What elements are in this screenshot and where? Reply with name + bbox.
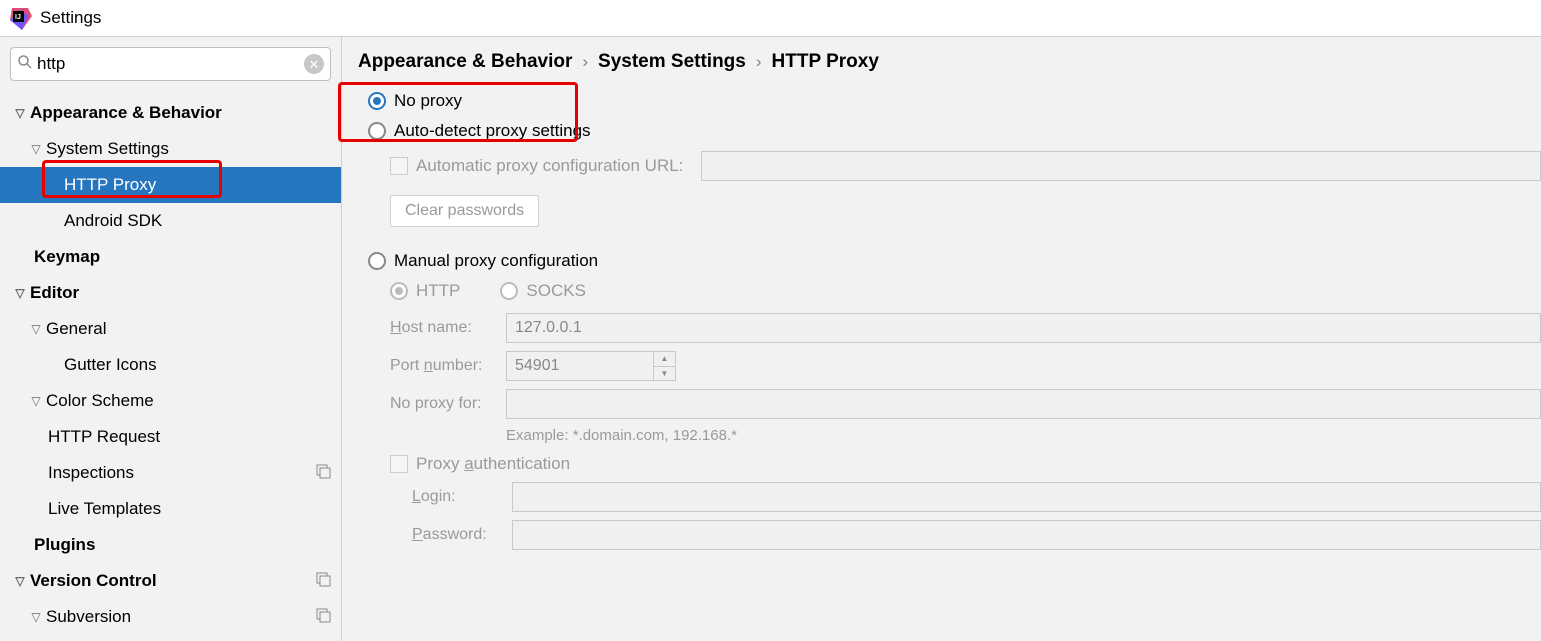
settings-sidebar: ✕ ▽ Appearance & Behavior ▽ System Setti… — [0, 36, 342, 641]
tree-version-control[interactable]: ▽ Version Control — [0, 563, 341, 599]
radio-manual[interactable]: Manual proxy configuration — [368, 251, 1541, 271]
chevron-down-icon: ▽ — [12, 286, 28, 300]
breadcrumb-appearance[interactable]: Appearance & Behavior — [358, 51, 572, 73]
radio-icon — [368, 122, 386, 140]
radio-icon — [368, 252, 386, 270]
tree-general[interactable]: ▽ General — [0, 311, 341, 347]
tree-live-templates[interactable]: Live Templates — [0, 491, 341, 527]
radio-auto-detect[interactable]: Auto-detect proxy settings — [368, 121, 1541, 141]
tree-color-scheme[interactable]: ▽ Color Scheme — [0, 383, 341, 419]
profile-icon — [316, 572, 331, 591]
tree-system-settings[interactable]: ▽ System Settings — [0, 131, 341, 167]
chevron-down-icon: ▽ — [12, 106, 28, 120]
input-auto-url — [701, 151, 1541, 181]
input-no-proxy-for — [506, 389, 1541, 419]
label-password: Password: — [412, 526, 512, 544]
radio-no-proxy[interactable]: No proxy — [368, 91, 1541, 111]
search-field[interactable]: ✕ — [10, 47, 331, 81]
tree-appearance-behavior[interactable]: ▽ Appearance & Behavior — [0, 95, 341, 131]
tree-editor[interactable]: ▽ Editor — [0, 275, 341, 311]
spinner-down-icon: ▼ — [654, 367, 675, 381]
spinner-up-icon: ▲ — [654, 352, 675, 367]
tree-http-proxy[interactable]: HTTP Proxy — [0, 167, 341, 203]
tree-inspections[interactable]: Inspections — [0, 455, 341, 491]
input-login — [512, 482, 1541, 512]
profile-icon — [316, 464, 331, 483]
input-password — [512, 520, 1541, 550]
chevron-down-icon: ▽ — [28, 322, 44, 336]
label-login: Login: — [412, 488, 512, 506]
checkbox-proxy-auth — [390, 455, 408, 473]
chevron-down-icon: ▽ — [28, 394, 44, 408]
clear-passwords-button: Clear passwords — [390, 195, 539, 227]
chevron-down-icon: ▽ — [28, 142, 44, 156]
port-spinner: ▲▼ — [654, 351, 676, 381]
breadcrumb-separator: › — [756, 52, 762, 72]
example-hint: Example: *.domain.com, 192.168.* — [506, 427, 1541, 444]
settings-content: Appearance & Behavior › System Settings … — [342, 36, 1541, 641]
clear-search-icon[interactable]: ✕ — [304, 54, 324, 74]
radio-icon — [368, 92, 386, 110]
label-auto-url: Automatic proxy configuration URL: — [416, 156, 683, 176]
chevron-down-icon: ▽ — [12, 574, 28, 588]
app-icon: IJ — [8, 6, 32, 30]
input-host — [506, 313, 1541, 343]
tree-subversion[interactable]: ▽ Subversion — [0, 599, 341, 635]
settings-tree: ▽ Appearance & Behavior ▽ System Setting… — [0, 91, 341, 635]
checkbox-auto-url — [390, 157, 408, 175]
tree-android-sdk[interactable]: Android SDK — [0, 203, 341, 239]
tree-http-request[interactable]: HTTP Request — [0, 419, 341, 455]
svg-text:IJ: IJ — [15, 14, 21, 21]
label-no-proxy-for: No proxy for: — [390, 395, 506, 413]
profile-icon — [316, 608, 331, 627]
radio-icon — [390, 282, 408, 300]
radio-icon — [500, 282, 518, 300]
tree-keymap[interactable]: Keymap — [0, 239, 341, 275]
search-input[interactable] — [33, 54, 304, 74]
breadcrumb: Appearance & Behavior › System Settings … — [358, 51, 1541, 73]
breadcrumb-system-settings[interactable]: System Settings — [598, 51, 746, 73]
chevron-down-icon: ▽ — [28, 610, 44, 624]
input-port — [506, 351, 654, 381]
search-icon — [17, 54, 33, 75]
breadcrumb-http-proxy: HTTP Proxy — [772, 51, 879, 73]
label-port: Port number: — [390, 357, 506, 375]
radio-socks: SOCKS — [500, 281, 586, 301]
label-host: Host name: — [390, 319, 506, 337]
radio-http: HTTP — [390, 281, 460, 301]
tree-plugins[interactable]: Plugins — [0, 527, 341, 563]
tree-gutter-icons[interactable]: Gutter Icons — [0, 347, 341, 383]
breadcrumb-separator: › — [582, 52, 588, 72]
window-title: Settings — [40, 8, 101, 28]
label-proxy-auth: Proxy authentication — [416, 454, 570, 474]
